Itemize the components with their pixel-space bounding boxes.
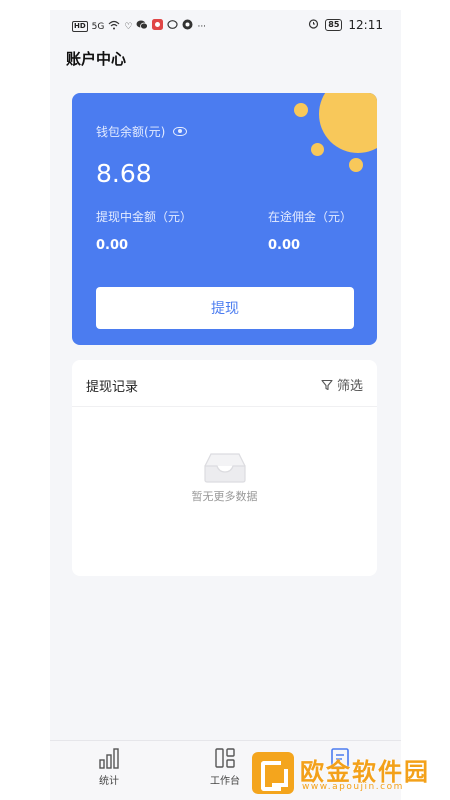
app-notification-icon	[152, 19, 164, 34]
filter-label: 筛选	[336, 379, 363, 394]
watermark-logo-icon	[252, 752, 294, 794]
bar-chart-icon	[69, 747, 149, 769]
app-screen: HD 5G ♡ ··· 85 12:11 账户中心 钱包余额(元) 8.68 提…	[50, 10, 401, 800]
chat-icon	[136, 20, 149, 34]
balance-label-row: 钱包余额(元)	[96, 123, 188, 140]
message-icon	[167, 19, 179, 34]
browser-icon	[182, 19, 193, 34]
eye-icon[interactable]	[173, 127, 188, 136]
clock: 12:11	[348, 18, 383, 32]
signal-label: 5G	[91, 21, 105, 32]
watermark-url: www.apoujin.com	[302, 782, 404, 792]
status-bar: HD 5G ♡ ··· 85 12:11	[50, 10, 401, 42]
empty-inbox-icon	[72, 452, 377, 484]
commission-label: 在途佣金（元）	[268, 210, 353, 224]
sun-dot-decoration	[349, 158, 363, 172]
battery-indicator: 85	[325, 19, 343, 31]
empty-state: 暂无更多数据	[72, 452, 377, 504]
sun-decoration	[319, 93, 377, 153]
alarm-icon	[308, 18, 319, 32]
wifi-icon	[108, 20, 120, 34]
funnel-icon	[321, 379, 333, 391]
filter-button[interactable]: 筛选	[321, 375, 363, 394]
withdrawing-value: 0.00	[96, 238, 129, 253]
tab-label: 统计	[99, 776, 119, 787]
more-icon: ···	[197, 21, 207, 32]
watermark: 欧金软件园 www.apoujin.com	[250, 748, 446, 798]
empty-text: 暂无更多数据	[191, 490, 258, 503]
hd-badge: HD	[72, 21, 88, 32]
heart-icon: ♡	[124, 21, 133, 32]
commission-value: 0.00	[268, 238, 301, 253]
withdrawing-label: 提现中金额（元）	[96, 210, 193, 224]
status-icons-left: HD 5G ♡ ···	[72, 19, 206, 34]
withdraw-button[interactable]: 提现	[96, 287, 354, 329]
status-icons-right: 85 12:11	[308, 18, 383, 32]
tab-statistics[interactable]: 统计	[69, 747, 149, 787]
sun-dot-decoration	[294, 103, 308, 117]
page-title: 账户中心	[66, 50, 127, 68]
balance-label: 钱包余额(元)	[96, 125, 166, 139]
sun-dot-decoration	[311, 143, 324, 156]
records-header: 提现记录 筛选	[72, 360, 377, 407]
balance-value: 8.68	[96, 159, 152, 188]
wallet-card: 钱包余额(元) 8.68 提现中金额（元） 0.00 在途佣金（元） 0.00 …	[72, 93, 377, 345]
withdraw-records-card: 提现记录 筛选 暂无更多数据	[72, 360, 377, 576]
records-title: 提现记录	[86, 380, 139, 395]
